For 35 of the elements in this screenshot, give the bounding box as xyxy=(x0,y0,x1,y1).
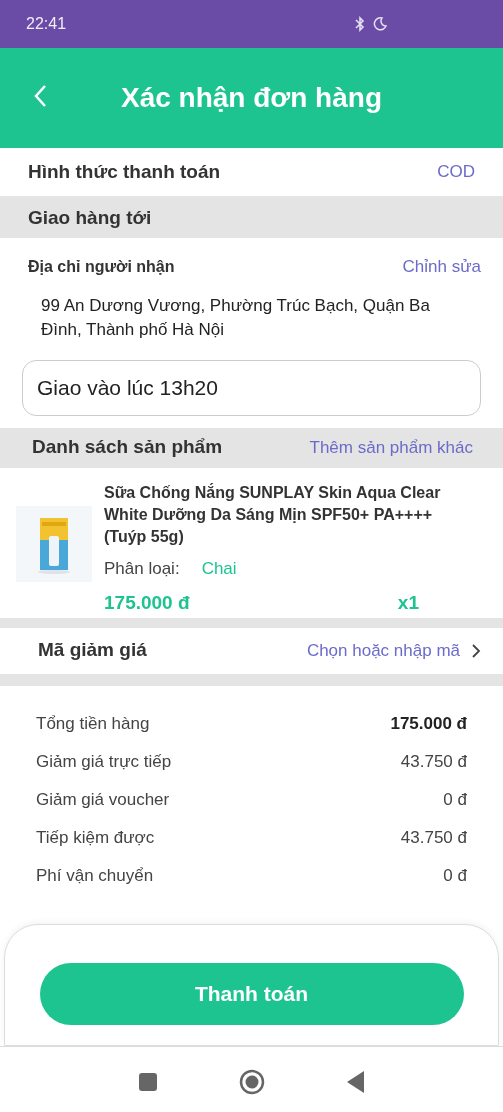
summary-label: Tiếp kiệm được xyxy=(36,827,155,850)
product-price: 175.000 đ xyxy=(104,591,190,615)
summary-label: Giảm giá voucher xyxy=(36,789,170,812)
variant-value: Chai xyxy=(201,557,237,580)
moon-icon xyxy=(373,17,387,31)
summary-value: 0 đ xyxy=(443,865,467,888)
summary-value: 43.750 đ xyxy=(400,751,467,774)
address-text: 99 An Dương Vương, Phường Trúc Bạch, Quận Ba Đình, Thành phố Hà Nội xyxy=(41,294,431,341)
summary-label: Tổng tiền hàng xyxy=(36,713,150,736)
payment-label: Hình thức thanh toán xyxy=(28,159,221,184)
discount-label: Mã giảm giá xyxy=(38,638,147,663)
back-nav-button[interactable] xyxy=(346,1070,365,1093)
add-product-link[interactable]: Thêm sản phẩm khác xyxy=(309,434,473,461)
summary-label: Giảm giá trực tiếp xyxy=(36,751,172,774)
product-name: Sữa Chống Nắng SUNPLAY Skin Aqua Clear White Dưỡng Da Sáng Mịn SPF50+ PA++++ (Tuýp 55g) xyxy=(104,482,442,547)
summary-value: 43.750 đ xyxy=(400,827,467,850)
discount-action: Chọn hoặc nhập mã xyxy=(306,639,460,662)
summary-value: 0 đ xyxy=(443,789,467,812)
variant-label: Phân loại: xyxy=(104,557,180,580)
edit-link[interactable]: Chỉnh sửa xyxy=(402,254,481,280)
header-title: Xác nhận đơn hàng xyxy=(120,81,382,115)
section-title: Danh sách sản phẩm xyxy=(32,435,223,460)
chevron-right-icon xyxy=(472,643,481,658)
summary-value: 175.000 đ xyxy=(390,713,467,736)
status-time: 22:41 xyxy=(26,14,67,34)
recents-button[interactable] xyxy=(138,1072,157,1091)
address-label: Địa chỉ người nhận xyxy=(28,256,175,277)
payment-method: COD xyxy=(437,161,475,184)
bluetooth-icon xyxy=(355,16,365,32)
summary-label: Phí vận chuyển xyxy=(36,865,154,888)
home-button[interactable] xyxy=(238,1068,265,1095)
note-field[interactable]: Giao vào lúc 13h20 xyxy=(22,359,481,416)
product-quantity: x1 xyxy=(397,591,419,615)
discount-row[interactable]: Mã giảm giá Chọn hoặc nhập mã xyxy=(0,627,503,686)
section-title: Giao hàng tới xyxy=(28,205,152,230)
